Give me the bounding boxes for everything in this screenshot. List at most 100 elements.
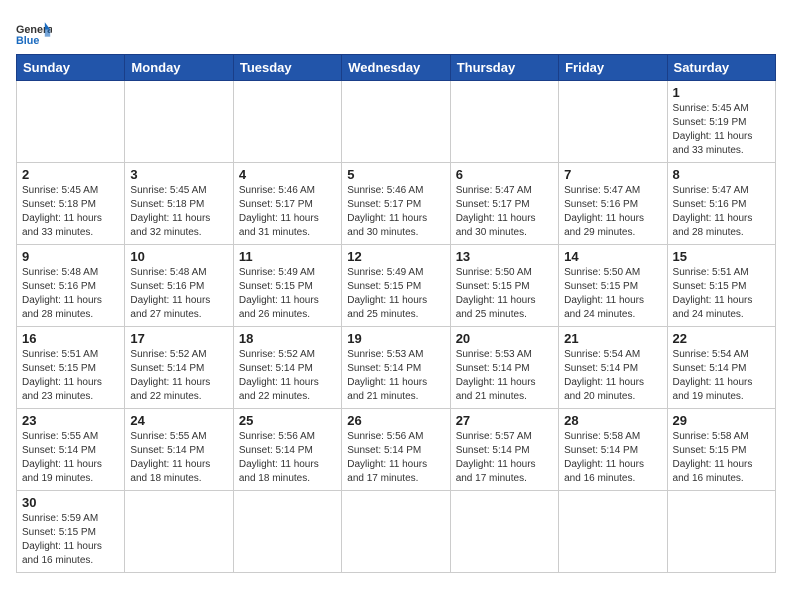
day-number: 2 (22, 167, 119, 182)
day-info: Sunrise: 5:49 AM Sunset: 5:15 PM Dayligh… (239, 266, 336, 322)
calendar-cell: 21Sunrise: 5:54 AM Sunset: 5:14 PM Dayli… (559, 327, 667, 409)
day-info: Sunrise: 5:45 AM Sunset: 5:18 PM Dayligh… (130, 184, 227, 240)
calendar-cell: 3 Sunrise: 5:45 AM Sunset: 5:18 PM Daylig… (125, 163, 233, 245)
calendar-cell: 11 Sunrise: 5:49 AM Sunset: 5:15 PM Dayli… (233, 245, 341, 327)
calendar-cell: 25 Sunrise: 5:56 AM Sunset: 5:14 PM Dayli… (233, 409, 341, 491)
day-info: Sunrise: 5:47 AM Sunset: 5:16 PM Dayligh… (564, 184, 661, 240)
calendar-cell: 13 Sunrise: 5:50 AM Sunset: 5:15 PM Dayli… (450, 245, 558, 327)
day-number: 6 (456, 167, 553, 182)
day-info: Sunrise: 5:58 AM Sunset: 5:14 PM Dayligh… (564, 430, 661, 486)
day-info: Sunrise: 5:59 AM Sunset: 5:15 PM Dayligh… (22, 512, 119, 568)
day-info: Sunrise: 5:52 AM Sunset: 5:14 PM Dayligh… (239, 348, 336, 404)
day-number: 29 (673, 413, 770, 428)
day-number: 5 (347, 167, 444, 182)
day-info: Sunrise: 5:51 AM Sunset: 5:15 PM Dayligh… (22, 348, 119, 404)
calendar-cell: 7Sunrise: 5:47 AM Sunset: 5:16 PM Daylig… (559, 163, 667, 245)
calendar-cell: 19 Sunrise: 5:53 AM Sunset: 5:14 PM Dayli… (342, 327, 450, 409)
calendar-cell: 26 Sunrise: 5:56 AM Sunset: 5:14 PM Dayli… (342, 409, 450, 491)
day-number: 30 (22, 495, 119, 510)
day-info: Sunrise: 5:48 AM Sunset: 5:16 PM Dayligh… (130, 266, 227, 322)
calendar-cell (125, 81, 233, 163)
day-info: Sunrise: 5:46 AM Sunset: 5:17 PM Dayligh… (239, 184, 336, 240)
calendar-cell: 4Sunrise: 5:46 AM Sunset: 5:17 PM Daylig… (233, 163, 341, 245)
day-number: 13 (456, 249, 553, 264)
day-number: 16 (22, 331, 119, 346)
calendar-cell: 10 Sunrise: 5:48 AM Sunset: 5:16 PM Dayli… (125, 245, 233, 327)
calendar-cell (342, 491, 450, 573)
week-row-3: 9 Sunrise: 5:48 AM Sunset: 5:16 PM Daylig… (17, 245, 776, 327)
day-info: Sunrise: 5:46 AM Sunset: 5:17 PM Dayligh… (347, 184, 444, 240)
calendar-cell: 22Sunrise: 5:54 AM Sunset: 5:14 PM Dayli… (667, 327, 775, 409)
calendar-cell: 5 Sunrise: 5:46 AM Sunset: 5:17 PM Daylig… (342, 163, 450, 245)
day-info: Sunrise: 5:47 AM Sunset: 5:16 PM Dayligh… (673, 184, 770, 240)
day-number: 8 (673, 167, 770, 182)
calendar: SundayMondayTuesdayWednesdayThursdayFrid… (16, 54, 776, 573)
day-number: 23 (22, 413, 119, 428)
calendar-cell (450, 491, 558, 573)
day-info: Sunrise: 5:55 AM Sunset: 5:14 PM Dayligh… (130, 430, 227, 486)
calendar-cell (233, 81, 341, 163)
calendar-cell (233, 491, 341, 573)
calendar-cell: 17 Sunrise: 5:52 AM Sunset: 5:14 PM Dayli… (125, 327, 233, 409)
calendar-cell (125, 491, 233, 573)
calendar-cell: 23 Sunrise: 5:55 AM Sunset: 5:14 PM Dayli… (17, 409, 125, 491)
calendar-cell (342, 81, 450, 163)
day-number: 20 (456, 331, 553, 346)
day-number: 28 (564, 413, 661, 428)
calendar-cell: 18Sunrise: 5:52 AM Sunset: 5:14 PM Dayli… (233, 327, 341, 409)
day-number: 25 (239, 413, 336, 428)
day-info: Sunrise: 5:56 AM Sunset: 5:14 PM Dayligh… (239, 430, 336, 486)
logo-icon: General Blue (16, 20, 52, 48)
calendar-cell (667, 491, 775, 573)
header: General Blue (16, 16, 776, 48)
week-row-5: 23 Sunrise: 5:55 AM Sunset: 5:14 PM Dayli… (17, 409, 776, 491)
weekday-thursday: Thursday (450, 55, 558, 81)
day-number: 9 (22, 249, 119, 264)
calendar-cell: 24 Sunrise: 5:55 AM Sunset: 5:14 PM Dayli… (125, 409, 233, 491)
calendar-cell: 9 Sunrise: 5:48 AM Sunset: 5:16 PM Daylig… (17, 245, 125, 327)
day-info: Sunrise: 5:57 AM Sunset: 5:14 PM Dayligh… (456, 430, 553, 486)
day-number: 11 (239, 249, 336, 264)
weekday-tuesday: Tuesday (233, 55, 341, 81)
day-number: 17 (130, 331, 227, 346)
day-info: Sunrise: 5:50 AM Sunset: 5:15 PM Dayligh… (456, 266, 553, 322)
calendar-cell: 6 Sunrise: 5:47 AM Sunset: 5:17 PM Daylig… (450, 163, 558, 245)
weekday-monday: Monday (125, 55, 233, 81)
logo: General Blue (16, 20, 52, 48)
day-info: Sunrise: 5:52 AM Sunset: 5:14 PM Dayligh… (130, 348, 227, 404)
calendar-cell: 30 Sunrise: 5:59 AM Sunset: 5:15 PM Dayli… (17, 491, 125, 573)
week-row-4: 16 Sunrise: 5:51 AM Sunset: 5:15 PM Dayli… (17, 327, 776, 409)
day-number: 19 (347, 331, 444, 346)
day-number: 3 (130, 167, 227, 182)
calendar-cell: 16 Sunrise: 5:51 AM Sunset: 5:15 PM Dayli… (17, 327, 125, 409)
day-info: Sunrise: 5:55 AM Sunset: 5:14 PM Dayligh… (22, 430, 119, 486)
calendar-cell (450, 81, 558, 163)
day-info: Sunrise: 5:56 AM Sunset: 5:14 PM Dayligh… (347, 430, 444, 486)
day-info: Sunrise: 5:48 AM Sunset: 5:16 PM Dayligh… (22, 266, 119, 322)
calendar-cell: 27Sunrise: 5:57 AM Sunset: 5:14 PM Dayli… (450, 409, 558, 491)
day-info: Sunrise: 5:53 AM Sunset: 5:14 PM Dayligh… (347, 348, 444, 404)
weekday-wednesday: Wednesday (342, 55, 450, 81)
day-info: Sunrise: 5:51 AM Sunset: 5:15 PM Dayligh… (673, 266, 770, 322)
day-number: 26 (347, 413, 444, 428)
calendar-cell (17, 81, 125, 163)
day-number: 24 (130, 413, 227, 428)
day-number: 15 (673, 249, 770, 264)
weekday-saturday: Saturday (667, 55, 775, 81)
svg-text:Blue: Blue (16, 35, 39, 47)
calendar-cell: 8 Sunrise: 5:47 AM Sunset: 5:16 PM Daylig… (667, 163, 775, 245)
day-info: Sunrise: 5:49 AM Sunset: 5:15 PM Dayligh… (347, 266, 444, 322)
week-row-2: 2 Sunrise: 5:45 AM Sunset: 5:18 PM Daylig… (17, 163, 776, 245)
day-info: Sunrise: 5:47 AM Sunset: 5:17 PM Dayligh… (456, 184, 553, 240)
calendar-cell: 29 Sunrise: 5:58 AM Sunset: 5:15 PM Dayli… (667, 409, 775, 491)
calendar-cell (559, 81, 667, 163)
day-number: 21 (564, 331, 661, 346)
calendar-cell: 1Sunrise: 5:45 AM Sunset: 5:19 PM Daylig… (667, 81, 775, 163)
day-number: 10 (130, 249, 227, 264)
day-info: Sunrise: 5:54 AM Sunset: 5:14 PM Dayligh… (673, 348, 770, 404)
calendar-cell: 28 Sunrise: 5:58 AM Sunset: 5:14 PM Dayli… (559, 409, 667, 491)
day-info: Sunrise: 5:50 AM Sunset: 5:15 PM Dayligh… (564, 266, 661, 322)
day-info: Sunrise: 5:45 AM Sunset: 5:18 PM Dayligh… (22, 184, 119, 240)
calendar-cell: 15 Sunrise: 5:51 AM Sunset: 5:15 PM Dayli… (667, 245, 775, 327)
day-info: Sunrise: 5:58 AM Sunset: 5:15 PM Dayligh… (673, 430, 770, 486)
